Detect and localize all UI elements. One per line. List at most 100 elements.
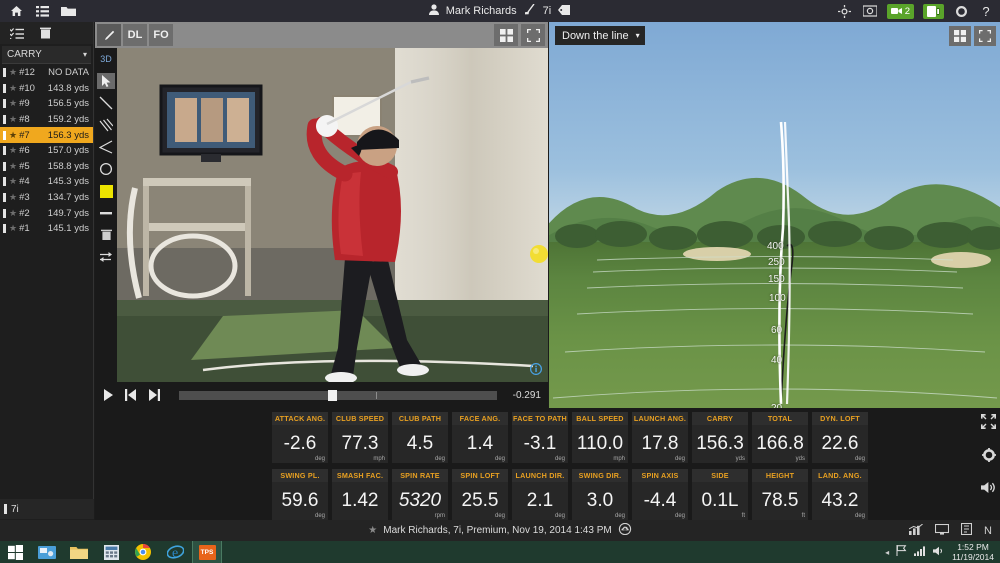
shot-list-item[interactable]: ★#12NO DATA	[0, 65, 93, 81]
shot-list-item[interactable]: ★#4145.3 yds	[0, 174, 93, 190]
metric-tile[interactable]: LAND. ANG.43.2deg	[812, 469, 868, 520]
shot-list-item[interactable]: ★#3134.7 yds	[0, 190, 93, 206]
metric-tile[interactable]: LAUNCH DIR.2.1deg	[512, 469, 568, 520]
metric-tile[interactable]: SPIN RATE5320rpm	[392, 469, 448, 520]
metric-tile[interactable]: LAUNCH ANG.17.8deg	[632, 412, 688, 463]
tray-expand-icon[interactable]: ◂	[885, 548, 889, 557]
sort-dropdown[interactable]: CARRY ▾	[2, 46, 91, 64]
color-swatch-yellow[interactable]	[97, 183, 115, 199]
shot-list-item[interactable]: ★#1145.1 yds	[0, 221, 93, 237]
gear-icon[interactable]	[982, 448, 996, 467]
shot-list-item[interactable]: ★#5158.8 yds	[0, 159, 93, 175]
parallel-lines-tool[interactable]	[97, 117, 115, 133]
favorite-star-icon[interactable]: ★	[9, 176, 17, 187]
shot-list-item[interactable]: ★#8159.2 yds	[0, 112, 93, 128]
gear-icon[interactable]	[953, 4, 969, 18]
network-icon[interactable]	[914, 543, 926, 561]
favorite-star-icon[interactable]: ★	[9, 208, 17, 219]
metric-tile[interactable]: BALL SPEED110.0mph	[572, 412, 628, 463]
fo-view-button[interactable]: FO	[149, 24, 173, 46]
cursor-tool[interactable]	[97, 73, 115, 89]
start-icon[interactable]	[0, 541, 30, 563]
metric-tile[interactable]: CARRY156.3yds	[692, 412, 748, 463]
3d-toggle[interactable]: 3D	[97, 51, 115, 67]
metric-tile[interactable]: CLUB SPEED77.3mph	[332, 412, 388, 463]
angle-tool[interactable]	[97, 139, 115, 155]
play-button[interactable]	[103, 389, 114, 401]
next-frame-button[interactable]	[148, 389, 160, 401]
dl-view-button[interactable]: DL	[123, 24, 147, 46]
help-icon[interactable]: ?	[978, 4, 994, 18]
flag-icon[interactable]	[896, 543, 907, 561]
grid-icon[interactable]	[949, 26, 971, 46]
calculator-icon[interactable]	[96, 541, 126, 563]
n-icon[interactable]: N	[984, 525, 992, 537]
view-mode-dropdown[interactable]: Down the line ▾	[555, 26, 645, 45]
taskbar-clock[interactable]: 1:52 PM 11/19/2014	[952, 542, 994, 562]
metric-tile[interactable]: CLUB PATH4.5deg	[392, 412, 448, 463]
checklist-icon[interactable]	[9, 26, 25, 40]
monitor-icon[interactable]	[935, 524, 949, 538]
metric-tile[interactable]: SWING PL.59.6deg	[272, 469, 328, 520]
ie-icon[interactable]: e	[160, 541, 190, 563]
folder-icon[interactable]	[64, 541, 94, 563]
favorite-star-icon[interactable]: ★	[9, 161, 17, 172]
grid-icon[interactable]	[494, 24, 518, 46]
favorite-star-icon[interactable]: ★	[9, 145, 17, 156]
camera-capture-icon[interactable]	[862, 4, 878, 18]
prev-frame-button[interactable]	[125, 389, 137, 401]
circle-tool[interactable]	[97, 161, 115, 177]
chart-icon[interactable]	[909, 524, 923, 538]
metric-tile[interactable]: HEIGHT78.5ft	[752, 469, 808, 520]
metric-tile[interactable]: SIDE0.1Lft	[692, 469, 748, 520]
metric-tile[interactable]: ATTACK ANG.-2.6deg	[272, 412, 328, 463]
expand-icon[interactable]	[981, 414, 996, 434]
camera-count-badge[interactable]: 2	[887, 4, 914, 19]
expand-icon[interactable]	[521, 24, 545, 46]
volume-icon[interactable]	[933, 543, 945, 561]
favorite-star-icon[interactable]: ★	[9, 130, 17, 141]
task-view-icon[interactable]	[32, 541, 62, 563]
metric-tile[interactable]: DYN. LOFT22.6deg	[812, 412, 868, 463]
favorite-star-icon[interactable]: ★	[9, 98, 17, 109]
metric-tile[interactable]: SWING DIR.3.0deg	[572, 469, 628, 520]
shot-list-item[interactable]: ★#6157.0 yds	[0, 143, 93, 159]
pen-tool-button[interactable]	[97, 24, 121, 46]
chrome-icon[interactable]	[128, 541, 158, 563]
metric-tile[interactable]: SPIN LOFT25.5deg	[452, 469, 508, 520]
video-scrubber[interactable]	[179, 391, 497, 400]
favorite-star-icon[interactable]: ★	[9, 83, 17, 94]
trash-icon[interactable]	[37, 26, 53, 40]
favorite-star-icon[interactable]: ★	[9, 223, 17, 234]
expand-icon[interactable]	[974, 26, 996, 46]
cloud-upload-icon[interactable]	[618, 523, 632, 538]
shot-list-item[interactable]: ★#2149.7 yds	[0, 205, 93, 221]
shot-list-item[interactable]: ★#10143.8 yds	[0, 81, 93, 97]
shot-list-item[interactable]: ★#7156.3 yds	[0, 127, 93, 143]
shot-list-item[interactable]: ★#9156.5 yds	[0, 96, 93, 112]
metric-tile[interactable]: FACE ANG.1.4deg	[452, 412, 508, 463]
book-icon[interactable]	[961, 523, 972, 538]
metric-body: 1.4deg	[452, 425, 508, 463]
device-battery-badge[interactable]	[923, 4, 944, 19]
metric-tile[interactable]: FACE TO PATH-3.1deg	[512, 412, 568, 463]
favorite-star-icon[interactable]: ★	[9, 67, 17, 78]
scrubber-handle[interactable]	[328, 390, 337, 401]
metric-tile[interactable]: TOTAL166.8yds	[752, 412, 808, 463]
tps-app-button[interactable]: TPS	[192, 541, 222, 563]
favorite-star-icon[interactable]: ★	[9, 192, 17, 203]
delete-tool[interactable]	[97, 227, 115, 243]
metric-body: 2.1deg	[512, 482, 568, 520]
metric-tile[interactable]: SMASH FAC.1.42	[332, 469, 388, 520]
target-icon[interactable]	[837, 4, 853, 18]
line-width-tool[interactable]	[97, 205, 115, 221]
line-tool[interactable]	[97, 95, 115, 111]
swap-tool[interactable]	[97, 249, 115, 265]
volume-icon[interactable]	[981, 481, 996, 499]
tag-icon[interactable]	[558, 5, 571, 18]
video-stage[interactable]: 3D	[95, 48, 548, 382]
metric-tile[interactable]: SPIN AXIS-4.4deg	[632, 469, 688, 520]
favorite-star-icon[interactable]: ★	[9, 114, 17, 125]
range-3d-panel[interactable]: 400 250 150 100 60 40 20 Down the line ▾	[549, 22, 1000, 408]
metric-unit: ft	[802, 513, 805, 519]
